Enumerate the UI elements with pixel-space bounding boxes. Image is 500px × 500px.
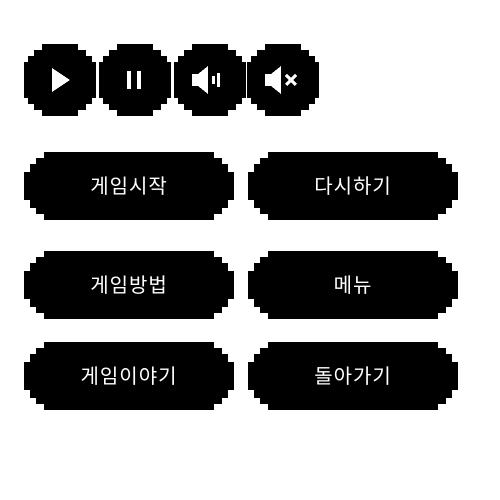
sound-on-icon [174, 44, 246, 116]
go-back-button[interactable]: 돌아가기 [248, 342, 458, 410]
sound-on-button[interactable] [174, 44, 246, 116]
start-game-label: 게임시작 [90, 174, 168, 198]
play-button[interactable] [24, 44, 96, 116]
how-to-play-button[interactable]: 게임방법 [24, 251, 234, 319]
pause-icon [99, 44, 171, 116]
main-menu-button[interactable]: 메뉴 [248, 251, 458, 319]
go-back-label: 돌아가기 [314, 364, 392, 388]
restart-label: 다시하기 [314, 174, 392, 198]
pause-button[interactable] [99, 44, 171, 116]
sound-mute-icon [247, 44, 319, 116]
how-to-play-label: 게임방법 [90, 273, 168, 297]
main-menu-label: 메뉴 [333, 273, 373, 297]
play-icon [24, 44, 96, 116]
restart-button[interactable]: 다시하기 [248, 152, 458, 220]
game-ui-button-sheet: 게임시작 다시하기 게임방법 메뉴 게임이야기 돌아가기 [0, 0, 500, 500]
game-story-label: 게임이야기 [80, 364, 178, 388]
sound-mute-button[interactable] [247, 44, 319, 116]
game-story-button[interactable]: 게임이야기 [24, 342, 234, 410]
start-game-button[interactable]: 게임시작 [24, 152, 234, 220]
